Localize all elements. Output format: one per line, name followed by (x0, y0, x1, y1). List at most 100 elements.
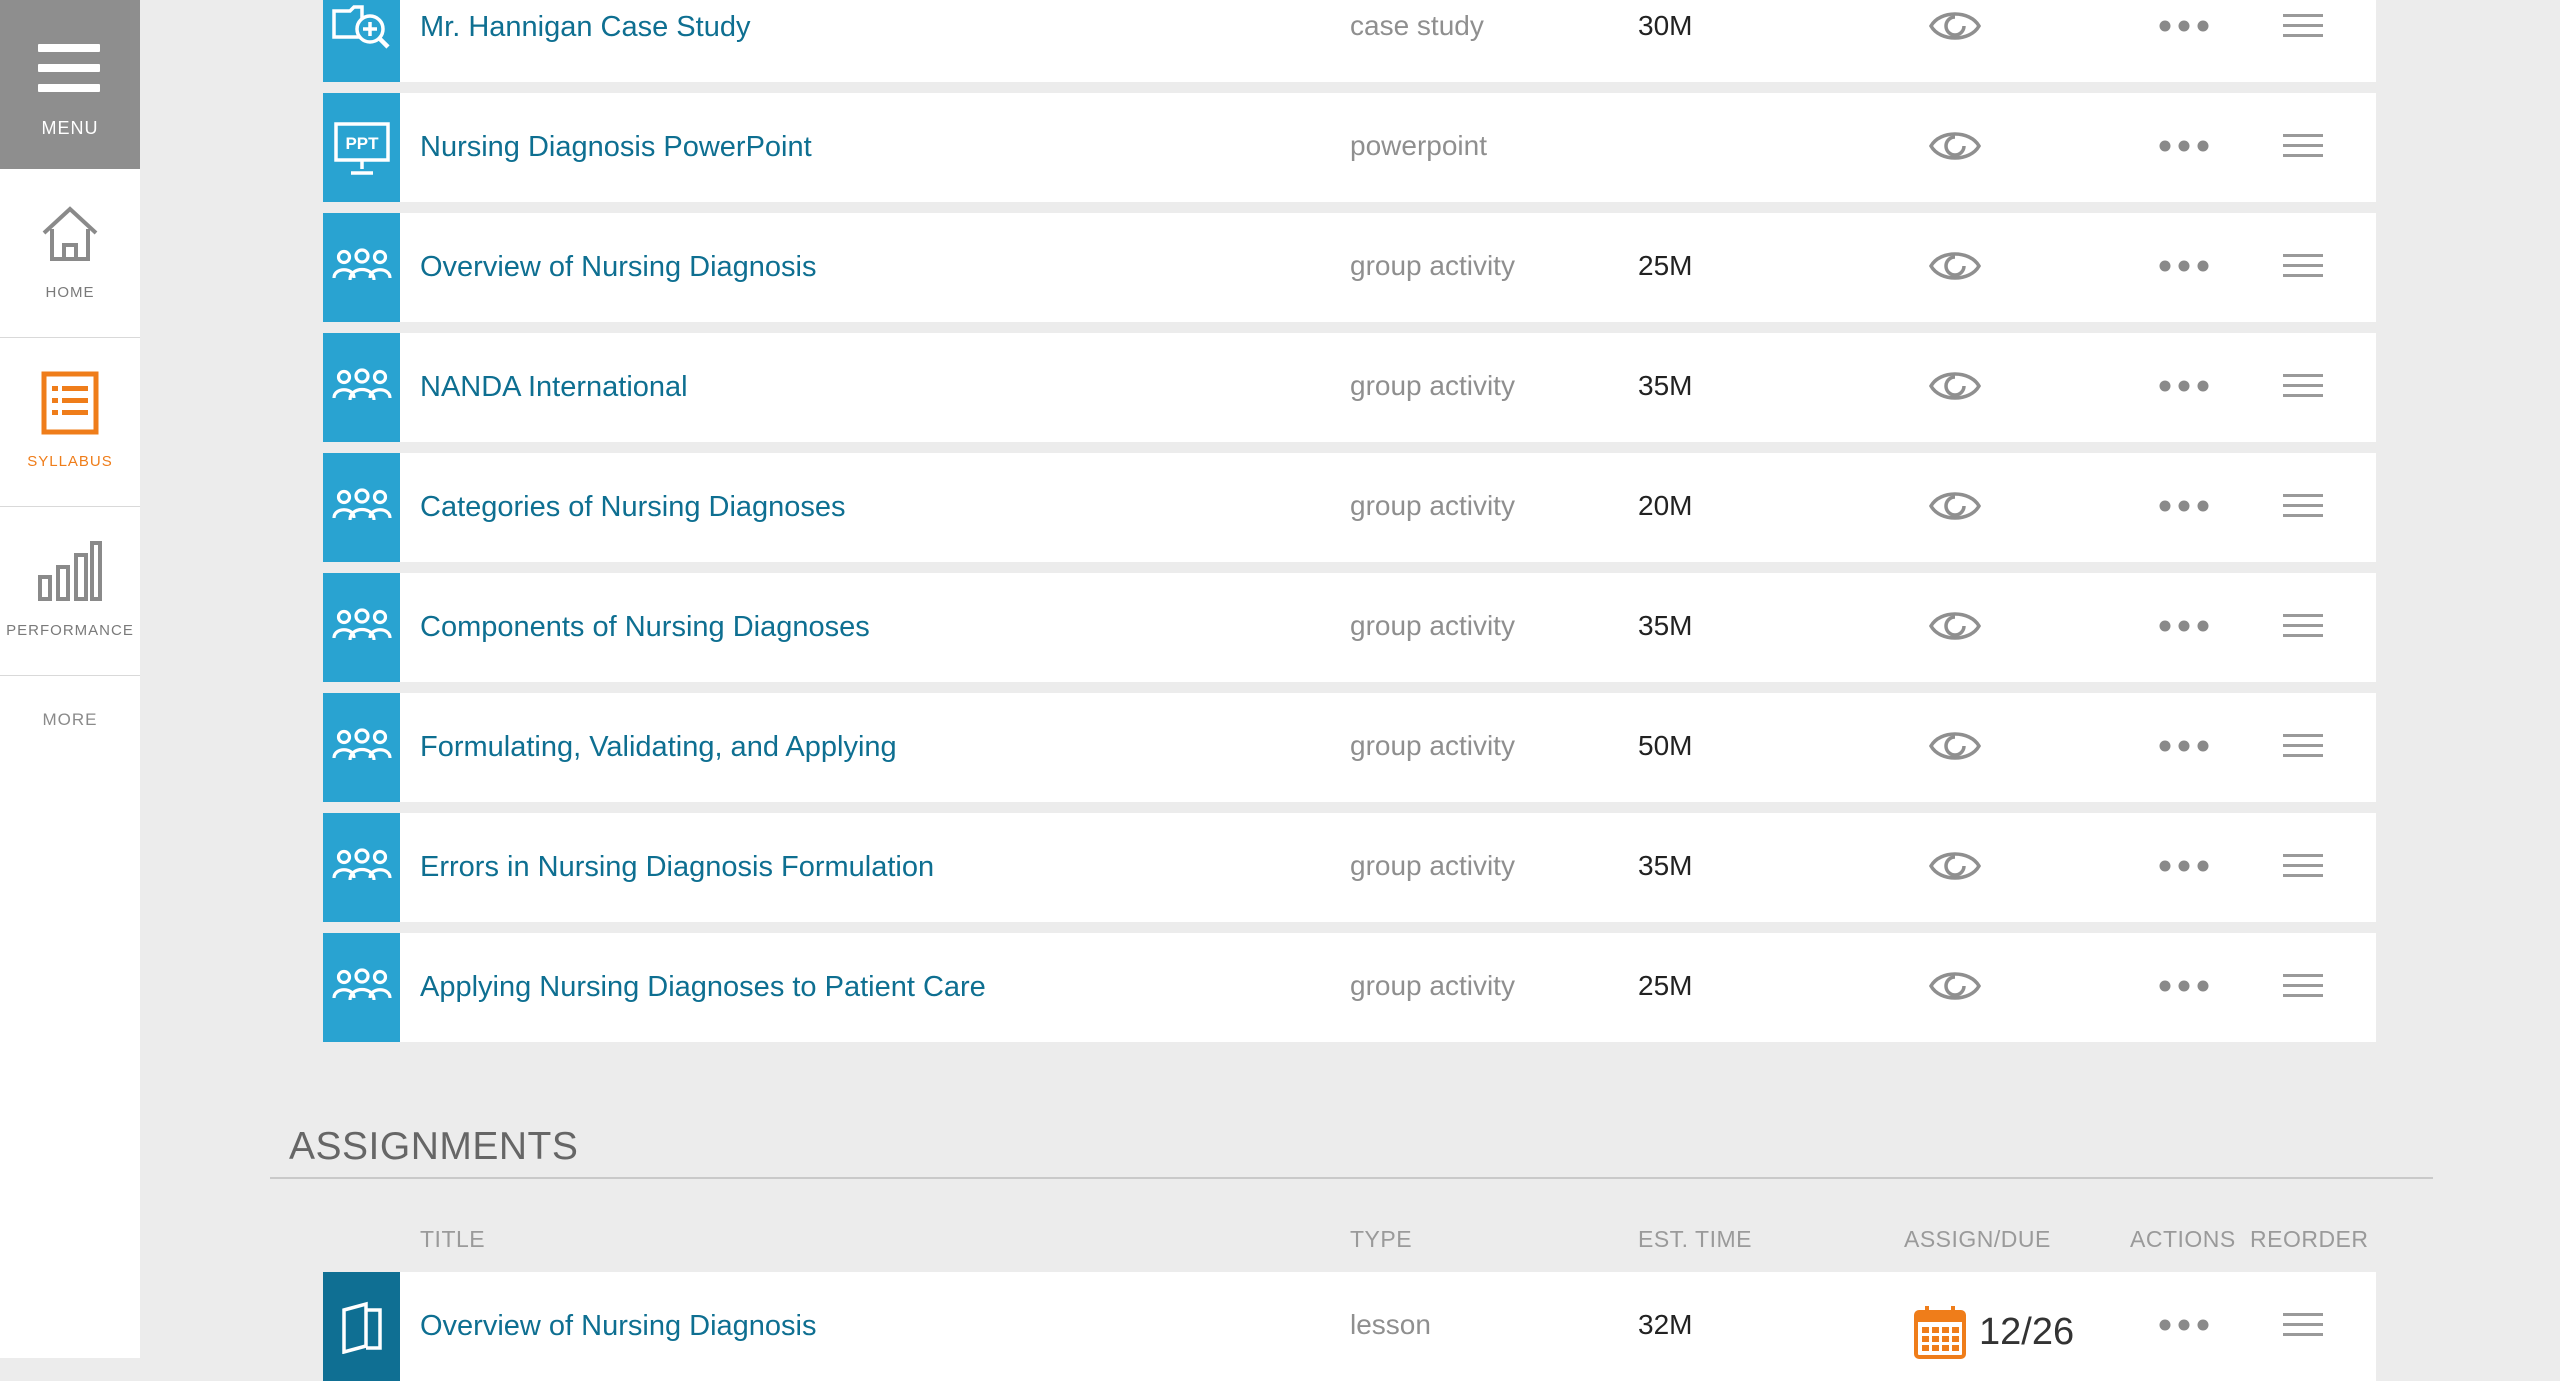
powerpoint-icon: PPT (333, 121, 391, 175)
activity-type: powerpoint (1350, 130, 1487, 161)
activity-title-link[interactable]: Categories of Nursing Diagnoses (420, 453, 846, 562)
preview-eye-icon[interactable] (1928, 724, 1982, 768)
activity-type: group activity (1350, 610, 1515, 641)
group-icon-tile (323, 933, 400, 1042)
preview-eye-icon[interactable] (1928, 964, 1982, 1008)
group-icon (331, 847, 392, 888)
activity-type: group activity (1350, 490, 1515, 521)
activity-title-link[interactable]: Overview of Nursing Diagnosis (420, 213, 816, 322)
activity-row: PPT Nursing Diagnosis PowerPoint powerpoin… (323, 93, 2376, 202)
more-actions-icon[interactable] (2158, 379, 2210, 393)
activity-title-link[interactable]: Nursing Diagnosis PowerPoint (420, 93, 812, 202)
more-actions-icon[interactable] (2158, 139, 2210, 153)
activity-row: Mr. Hannigan Case Study case study 30M (323, 0, 2376, 82)
menu-button[interactable]: MENU (0, 0, 140, 169)
activity-est-time: 25M (1638, 970, 1693, 1001)
column-header-est-time: EST. TIME (1638, 1226, 1752, 1252)
lesson-icon (341, 1301, 382, 1354)
activity-type: group activity (1350, 970, 1515, 1001)
group-icon-tile (323, 333, 400, 442)
preview-eye-icon[interactable] (1928, 244, 1982, 288)
calendar-icon (1914, 1306, 1966, 1359)
activity-est-time: 30M (1638, 10, 1693, 41)
sidebar-item-syllabus[interactable]: SYLLABUS (0, 338, 140, 507)
drag-handle-icon[interactable] (2283, 612, 2323, 640)
activity-type: group activity (1350, 850, 1515, 881)
activity-title-link[interactable]: Mr. Hannigan Case Study (420, 0, 750, 82)
sidebar: MENU HOME SYLLABUS PERFORMANCE MORE (0, 0, 140, 1358)
activity-type: group activity (1350, 250, 1515, 281)
preview-eye-icon[interactable] (1928, 844, 1982, 888)
more-actions-icon[interactable] (2158, 259, 2210, 273)
syllabus-icon (41, 371, 99, 435)
sidebar-item-home[interactable]: HOME (0, 169, 140, 338)
due-date: 12/26 (1979, 1310, 2075, 1353)
more-actions-icon[interactable] (2158, 19, 2210, 33)
activity-row: Components of Nursing Diagnoses group act… (323, 573, 2376, 682)
activity-est-time: 35M (1638, 370, 1693, 401)
assignment-type: lesson (1350, 1309, 1431, 1340)
activity-title-link[interactable]: NANDA International (420, 333, 688, 442)
group-icon-tile (323, 573, 400, 682)
column-header-actions: ACTIONS (2130, 1226, 2236, 1252)
activity-est-time: 20M (1638, 490, 1693, 521)
activity-type: case study (1350, 10, 1484, 41)
activity-row: NANDA International group activity 35M (323, 333, 2376, 442)
drag-handle-icon[interactable] (2283, 972, 2323, 1000)
preview-eye-icon[interactable] (1928, 604, 1982, 648)
case-study-icon (330, 3, 394, 53)
more-actions-icon[interactable] (2158, 619, 2210, 633)
assign-due-control[interactable]: 12/26 (1913, 1302, 2074, 1362)
activity-row: Errors in Nursing Diagnosis Formulation g… (323, 813, 2376, 922)
activity-est-time: 50M (1638, 730, 1693, 761)
column-header-reorder: REORDER (2250, 1226, 2369, 1252)
sidebar-item-performance[interactable]: PERFORMANCE (0, 507, 140, 676)
case-study-icon-tile (323, 0, 400, 82)
home-icon (42, 206, 98, 261)
drag-handle-icon[interactable] (2283, 852, 2323, 880)
group-icon-tile (323, 693, 400, 802)
group-icon (331, 967, 392, 1008)
more-actions-icon[interactable] (2158, 859, 2210, 873)
drag-handle-icon[interactable] (2283, 12, 2323, 40)
activity-est-time: 35M (1638, 610, 1693, 641)
group-icon (331, 367, 392, 408)
drag-handle-icon[interactable] (2283, 492, 2323, 520)
hamburger-icon (38, 44, 100, 104)
more-actions-icon[interactable] (2158, 499, 2210, 513)
activity-type: group activity (1350, 370, 1515, 401)
drag-handle-icon[interactable] (2283, 732, 2323, 760)
group-icon (331, 487, 392, 528)
column-header-type: TYPE (1350, 1226, 1413, 1252)
drag-handle-icon[interactable] (2283, 252, 2323, 280)
lesson-icon-tile (323, 1272, 400, 1381)
powerpoint-icon-tile: PPT (323, 93, 400, 202)
more-actions-icon[interactable] (2158, 1318, 2210, 1332)
group-icon (331, 727, 392, 768)
activity-title-link[interactable]: Components of Nursing Diagnoses (420, 573, 870, 682)
drag-handle-icon[interactable] (2283, 1311, 2323, 1339)
group-icon (331, 247, 392, 288)
column-header-title: TITLE (420, 1226, 486, 1252)
activity-title-link[interactable]: Applying Nursing Diagnoses to Patient Ca… (420, 933, 986, 1042)
activity-title-link[interactable]: Formulating, Validating, and Applying (420, 693, 897, 802)
preview-eye-icon[interactable] (1928, 124, 1982, 168)
drag-handle-icon[interactable] (2283, 372, 2323, 400)
assignments-heading: ASSIGNMENTS (289, 1125, 579, 1168)
activity-title-link[interactable]: Errors in Nursing Diagnosis Formulation (420, 813, 934, 922)
preview-eye-icon[interactable] (1928, 4, 1982, 48)
more-actions-icon[interactable] (2158, 739, 2210, 753)
preview-eye-icon[interactable] (1928, 484, 1982, 528)
activity-est-time: 35M (1638, 850, 1693, 881)
preview-eye-icon[interactable] (1928, 364, 1982, 408)
bar-chart-icon (38, 541, 102, 601)
assignment-title-link[interactable]: Overview of Nursing Diagnosis (420, 1272, 816, 1381)
more-actions-icon[interactable] (2158, 979, 2210, 993)
group-icon-tile (323, 813, 400, 922)
drag-handle-icon[interactable] (2283, 132, 2323, 160)
sidebar-item-label: HOME (45, 284, 95, 301)
sidebar-more[interactable]: MORE (0, 710, 140, 730)
group-icon-tile (323, 453, 400, 562)
svg-text:PPT: PPT (345, 134, 379, 153)
assignment-row: Overview of Nursing Diagnosis lesson 32M… (323, 1272, 2376, 1381)
